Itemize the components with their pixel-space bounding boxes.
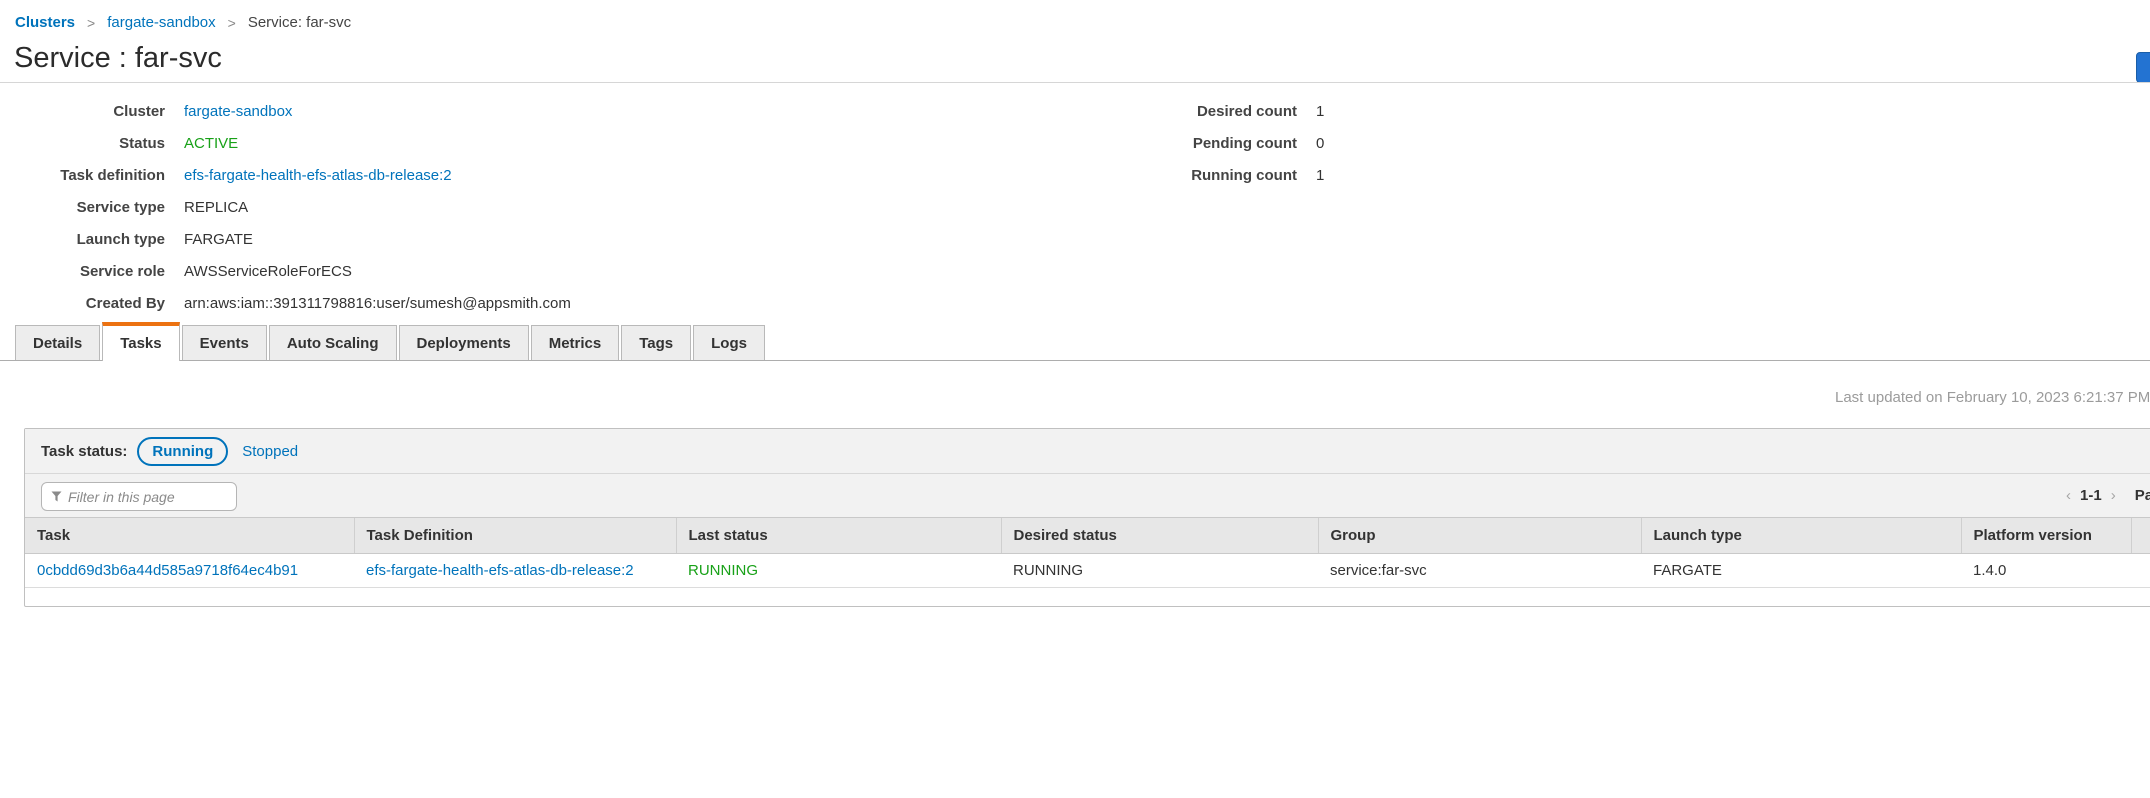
detail-row-running-count: Running count 1 [1050, 159, 1324, 191]
detail-row-pending-count: Pending count 0 [1050, 127, 1324, 159]
task-status-stopped-filter[interactable]: Stopped [242, 443, 298, 460]
detail-label: Service type [0, 199, 165, 216]
tab-deployments[interactable]: Deployments [399, 325, 529, 360]
detail-label: Desired count [1050, 103, 1297, 120]
tab-details[interactable]: Details [15, 325, 100, 360]
detail-row-service-role: Service role AWSServiceRoleForECS [0, 255, 571, 287]
detail-label: Status [0, 135, 165, 152]
breadcrumb-separator-icon: > [87, 15, 95, 31]
row-platform-version: 1.4.0 [1973, 562, 2006, 579]
desired-count-value: 1 [1316, 103, 1324, 120]
detail-row-task-definition: Task definition efs-fargate-health-efs-a… [0, 159, 571, 191]
pending-count-value: 0 [1316, 135, 1324, 152]
task-status-toolbar: Task status: Running Stopped [25, 429, 2150, 474]
task-definition-link[interactable]: efs-fargate-health-efs-atlas-db-release:… [184, 167, 452, 184]
tab-tasks[interactable]: Tasks [102, 322, 179, 361]
filter-input[interactable] [68, 489, 218, 505]
ecs-service-page: Clusters > fargate-sandbox > Service: fa… [0, 0, 2150, 798]
detail-row-launch-type: Launch type FARGATE [0, 223, 571, 255]
detail-row-cluster: Cluster fargate-sandbox [0, 95, 571, 127]
filter-funnel-icon [51, 491, 62, 502]
table-row: 0cbdd69d3b6a44d585a9718f64ec4b91 efs-far… [25, 553, 2150, 587]
pagination-range: 1-1 [2080, 487, 2102, 504]
pagination-page-size-label: Pag [2135, 487, 2150, 504]
task-status-label: Task status: [41, 443, 127, 460]
breadcrumb-clusters[interactable]: Clusters [15, 14, 75, 31]
breadcrumb-separator-icon: > [228, 15, 236, 31]
cluster-link[interactable]: fargate-sandbox [184, 103, 292, 120]
row-desired-status: RUNNING [1013, 562, 1083, 579]
filter-toolbar: ‹ 1-1 › Pag [25, 474, 2150, 518]
col-header-group[interactable]: Group [1318, 518, 1641, 553]
tab-auto-scaling[interactable]: Auto Scaling [269, 325, 397, 360]
tasks-table: Task Task Definition Last status Desired… [25, 518, 2150, 588]
col-header-desired-status[interactable]: Desired status [1001, 518, 1318, 553]
detail-label: Pending count [1050, 135, 1297, 152]
pagination-prev-icon[interactable]: ‹ [2057, 487, 2080, 504]
tab-logs[interactable]: Logs [693, 325, 765, 360]
pagination-next-icon[interactable]: › [2102, 487, 2125, 504]
running-count-value: 1 [1316, 167, 1324, 184]
detail-row-status: Status ACTIVE [0, 127, 571, 159]
detail-label: Created By [0, 295, 165, 312]
detail-label: Service role [0, 263, 165, 280]
service-status-value: ACTIVE [184, 135, 238, 152]
pagination: ‹ 1-1 › Pag [2057, 487, 2150, 504]
col-header-empty [2131, 518, 2150, 553]
primary-action-button[interactable] [2136, 52, 2150, 83]
created-by-value: arn:aws:iam::391311798816:user/sumesh@ap… [184, 295, 571, 312]
col-header-task[interactable]: Task [25, 518, 354, 553]
tab-metrics[interactable]: Metrics [531, 325, 620, 360]
col-header-task-definition[interactable]: Task Definition [354, 518, 676, 553]
service-type-value: REPLICA [184, 199, 248, 216]
tasks-panel: Task status: Running Stopped ‹ 1-1 › Pag [24, 428, 2150, 607]
header-divider [0, 82, 2150, 83]
detail-row-service-type: Service type REPLICA [0, 191, 571, 223]
breadcrumb-cluster-name[interactable]: fargate-sandbox [107, 14, 215, 31]
page-title: Service : far-svc [14, 42, 222, 75]
detail-label: Task definition [0, 167, 165, 184]
tab-tags[interactable]: Tags [621, 325, 691, 360]
col-header-platform-version[interactable]: Platform version [1961, 518, 2131, 553]
service-role-value: AWSServiceRoleForECS [184, 263, 352, 280]
row-task-definition-link[interactable]: efs-fargate-health-efs-atlas-db-release:… [366, 562, 634, 579]
detail-label: Cluster [0, 103, 165, 120]
tab-events[interactable]: Events [182, 325, 267, 360]
detail-label: Running count [1050, 167, 1297, 184]
breadcrumb: Clusters > fargate-sandbox > Service: fa… [15, 14, 351, 31]
detail-row-created-by: Created By arn:aws:iam::391311798816:use… [0, 287, 571, 319]
service-details-left: Cluster fargate-sandbox Status ACTIVE Ta… [0, 95, 571, 319]
detail-label: Launch type [0, 231, 165, 248]
task-id-link[interactable]: 0cbdd69d3b6a44d585a9718f64ec4b91 [37, 562, 298, 579]
tasks-table-header-row: Task Task Definition Last status Desired… [25, 518, 2150, 553]
row-launch-type: FARGATE [1653, 562, 1722, 579]
row-last-status: RUNNING [688, 562, 758, 579]
filter-input-container [41, 482, 237, 511]
detail-row-desired-count: Desired count 1 [1050, 95, 1324, 127]
row-group: service:far-svc [1330, 562, 1427, 579]
tab-bar: Details Tasks Events Auto Scaling Deploy… [15, 322, 767, 361]
service-details-right: Desired count 1 Pending count 0 Running … [1050, 95, 1324, 191]
col-header-last-status[interactable]: Last status [676, 518, 1001, 553]
col-header-launch-type[interactable]: Launch type [1641, 518, 1961, 553]
last-updated-text: Last updated on February 10, 2023 6:21:3… [1835, 389, 2150, 406]
task-status-running-filter[interactable]: Running [137, 437, 228, 466]
launch-type-value: FARGATE [184, 231, 253, 248]
breadcrumb-current-service: Service: far-svc [248, 14, 351, 31]
